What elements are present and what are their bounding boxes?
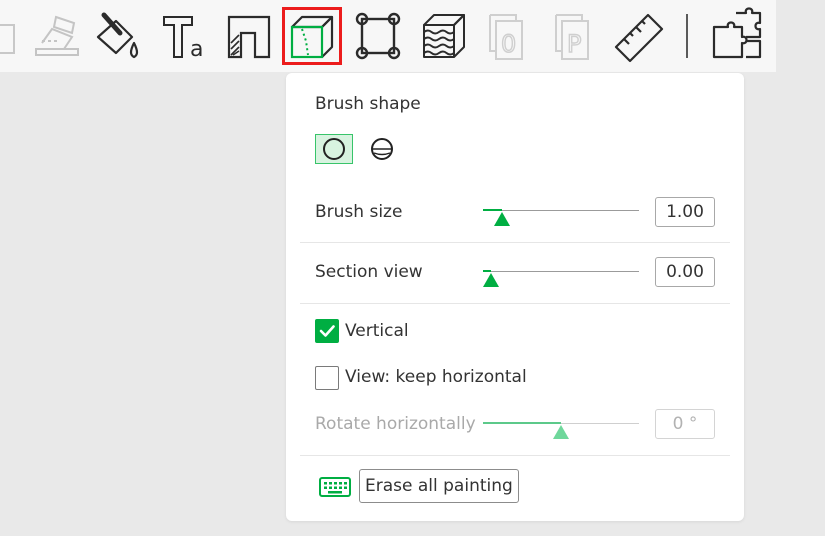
brush-shape-label: Brush shape — [315, 94, 421, 114]
sphere-icon — [371, 138, 393, 160]
slider-thumb[interactable] — [553, 425, 569, 439]
divider — [300, 303, 730, 304]
vertical-label: Vertical — [345, 321, 409, 341]
rotate-horizontally-input[interactable]: 0 ° — [655, 409, 715, 439]
slider-thumb[interactable] — [494, 212, 510, 226]
erase-all-painting-button[interactable]: Erase all painting — [359, 469, 519, 503]
brush-shape-circle-button[interactable] — [315, 134, 353, 164]
plate-0-icon[interactable]: 0 — [480, 7, 540, 65]
fuzzy-skin-icon[interactable] — [414, 7, 474, 65]
svg-text:P: P — [567, 30, 581, 58]
seam-painting-panel: Brush shape Brush size 1.00 Section view… — [286, 73, 744, 521]
fill-shape-icon[interactable] — [219, 7, 279, 65]
vertical-checkbox[interactable] — [315, 319, 339, 343]
paint-bucket-icon[interactable] — [90, 7, 150, 65]
keep-horizontal-label: View: keep horizontal — [345, 367, 527, 387]
divider — [300, 455, 730, 456]
plate-p-icon[interactable]: P — [546, 7, 606, 65]
slider-fill — [483, 422, 561, 424]
divider — [300, 242, 730, 243]
ruler-icon[interactable] — [610, 7, 670, 65]
brush-size-input[interactable]: 1.00 — [655, 197, 715, 227]
section-view-label: Section view — [315, 262, 423, 282]
keyboard-icon[interactable] — [319, 476, 351, 498]
rotate-horizontally-slider[interactable] — [483, 419, 639, 443]
slider-track — [483, 210, 639, 211]
brush-shape-sphere-button[interactable] — [363, 134, 401, 164]
text-tool-icon[interactable]: a — [154, 7, 214, 65]
slider-fill — [483, 270, 491, 272]
support-vertices-icon[interactable] — [348, 7, 408, 65]
top-toolbar: a 0 P — [0, 0, 776, 72]
rotate-horizontally-label: Rotate horizontally — [315, 414, 476, 434]
section-view-slider[interactable] — [483, 267, 639, 291]
slider-fill — [483, 209, 502, 211]
toolbar-separator — [686, 14, 688, 58]
circle-icon — [323, 138, 345, 160]
slider-track — [483, 271, 639, 272]
brush-size-label: Brush size — [315, 202, 403, 222]
section-view-input[interactable]: 0.00 — [655, 257, 715, 287]
brush-size-slider[interactable] — [483, 206, 639, 230]
auto-orient-icon[interactable] — [28, 7, 88, 65]
svg-text:0: 0 — [501, 30, 516, 58]
assembly-puzzle-icon[interactable] — [706, 7, 766, 65]
partial-left-icon[interactable] — [0, 7, 28, 65]
keep-horizontal-checkbox[interactable] — [315, 366, 339, 390]
checkmark-icon — [319, 325, 335, 337]
svg-text:a: a — [190, 37, 203, 62]
slider-thumb[interactable] — [483, 273, 499, 287]
seam-painting-icon[interactable] — [282, 7, 342, 65]
